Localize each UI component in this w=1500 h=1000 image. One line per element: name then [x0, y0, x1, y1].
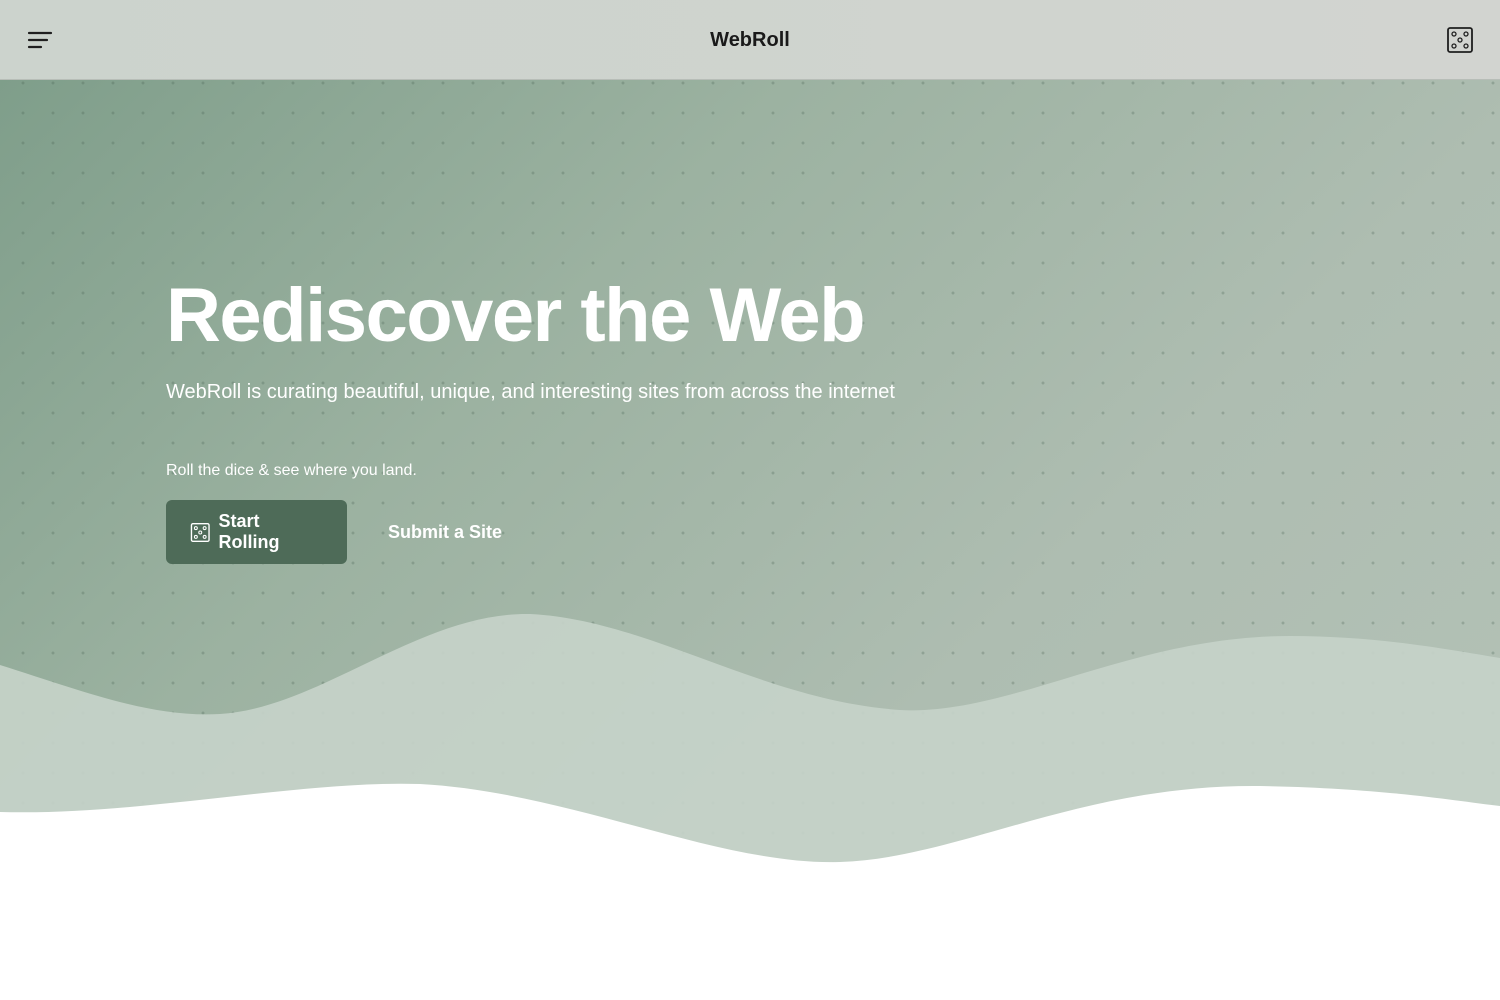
hero-headline: Rediscover the Web — [166, 273, 866, 358]
cta-row: Start Rolling Submit a Site — [166, 500, 895, 564]
page: WebRoll Rediscover the Web WebRoll is cu… — [0, 0, 1500, 1000]
submit-site-link[interactable]: Submit a Site — [388, 522, 502, 543]
dice-icon — [1447, 27, 1473, 53]
random-roll-button[interactable] — [1446, 26, 1474, 54]
brand-title: WebRoll — [710, 29, 790, 51]
menu-icon — [27, 31, 53, 49]
top-bar: WebRoll — [0, 0, 1500, 80]
hero-tagline: Roll the dice & see where you land. — [166, 462, 417, 479]
hero-subheading: WebRoll is curating beautiful, unique, a… — [166, 381, 895, 403]
start-rolling-button[interactable]: Start Rolling — [166, 500, 347, 564]
menu-button[interactable] — [22, 22, 58, 58]
dice-icon — [190, 522, 210, 542]
hero-content: Rediscover the Web WebRoll is curating b… — [166, 270, 895, 564]
start-rolling-label: Start Rolling — [218, 511, 280, 552]
